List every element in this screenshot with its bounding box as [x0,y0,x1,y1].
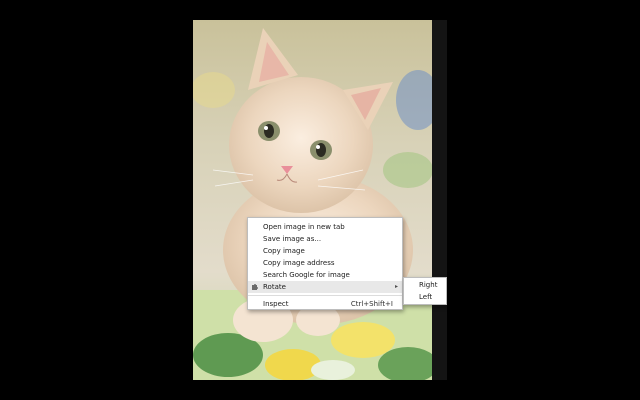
menu-item-save-image-as[interactable]: Save image as... [248,233,402,245]
menu-item-label: Search Google for image [263,271,350,279]
menu-item-label: Save image as... [263,235,322,243]
kitten-image[interactable] [193,20,432,380]
side-scroll-strip [432,20,447,380]
browser-viewport: Open image in new tab Save image as... C… [0,0,640,400]
kitten-photo-graphic [193,20,432,380]
menu-item-copy-image[interactable]: Copy image [248,245,402,257]
submenu-item-label: Right [419,281,438,289]
menu-item-label: Copy image [263,247,305,255]
context-menu: Open image in new tab Save image as... C… [247,217,403,310]
menu-item-open-image-new-tab[interactable]: Open image in new tab [248,221,402,233]
menu-item-rotate[interactable]: Rotate ▸ [248,281,402,293]
menu-item-label: Inspect [263,300,289,308]
menu-item-search-google-image[interactable]: Search Google for image [248,269,402,281]
menu-item-label: Rotate [263,283,286,291]
menu-item-label: Open image in new tab [263,223,345,231]
submenu-item-left[interactable]: Left [404,291,446,303]
menu-separator [248,295,402,296]
submenu-arrow-icon: ▸ [394,283,398,290]
rotate-submenu: Right Left [403,277,447,305]
menu-item-copy-image-address[interactable]: Copy image address [248,257,402,269]
puzzle-piece-icon [251,283,259,291]
menu-item-inspect[interactable]: Inspect Ctrl+Shift+I [248,298,402,310]
menu-item-shortcut: Ctrl+Shift+I [350,300,393,308]
submenu-item-label: Left [419,293,433,301]
menu-item-label: Copy image address [263,259,335,267]
submenu-item-right[interactable]: Right [404,279,446,291]
